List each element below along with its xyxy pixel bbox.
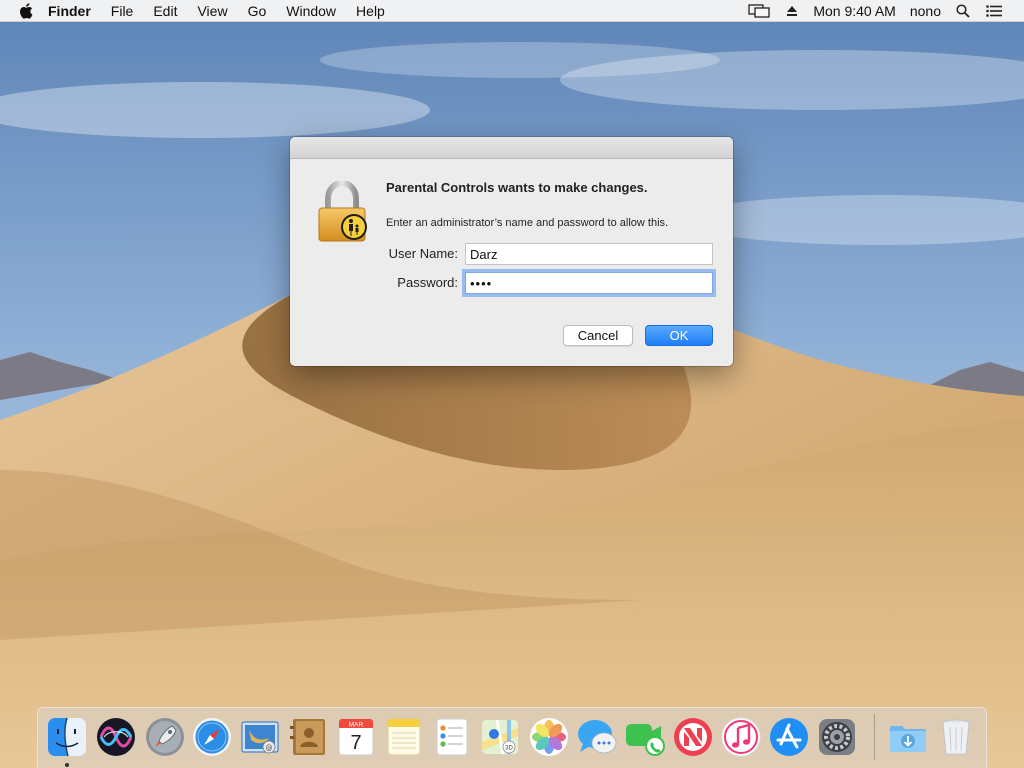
- facetime-icon[interactable]: [624, 716, 666, 758]
- dialog-title: Parental Controls wants to make changes.: [386, 180, 648, 195]
- finder-icon[interactable]: [46, 716, 88, 758]
- trash-icon[interactable]: [935, 716, 977, 758]
- siri-icon[interactable]: [95, 716, 137, 758]
- username-label: User Name:: [388, 246, 458, 261]
- app-store-icon[interactable]: [768, 716, 810, 758]
- svg-text:3D: 3D: [505, 746, 513, 752]
- calendar-day: 7: [350, 732, 361, 754]
- menu-help[interactable]: Help: [346, 0, 395, 22]
- menu-file[interactable]: File: [101, 0, 144, 22]
- mail-icon[interactable]: @: [239, 716, 281, 758]
- maps-icon[interactable]: 3D: [479, 716, 521, 758]
- spotlight-search-icon[interactable]: [948, 0, 978, 22]
- password-field[interactable]: [465, 272, 713, 294]
- cancel-button[interactable]: Cancel: [563, 325, 633, 346]
- notification-center-icon[interactable]: [978, 0, 1010, 22]
- menu-go[interactable]: Go: [238, 0, 277, 22]
- dock-separator: [874, 714, 875, 760]
- eject-icon[interactable]: [778, 0, 806, 22]
- safari-icon[interactable]: [191, 716, 233, 758]
- menu-edit[interactable]: Edit: [143, 0, 187, 22]
- apple-menu-icon[interactable]: [18, 2, 34, 20]
- menu-bar: Finder File Edit View Go Window Help Mon…: [0, 0, 1024, 22]
- itunes-icon[interactable]: [720, 716, 762, 758]
- launchpad-icon[interactable]: [144, 716, 186, 758]
- calendar-month: MAR: [349, 722, 364, 729]
- authentication-dialog: Parental Controls wants to make changes.…: [290, 137, 733, 366]
- calendar-icon[interactable]: MAR 7: [335, 716, 377, 758]
- menu-view[interactable]: View: [187, 0, 237, 22]
- svg-text:@: @: [266, 744, 273, 752]
- photos-icon[interactable]: [528, 716, 570, 758]
- ok-button[interactable]: OK: [645, 325, 713, 346]
- dialog-title-bar[interactable]: [290, 137, 733, 159]
- desktop-wallpaper: [0, 0, 1024, 768]
- menu-window[interactable]: Window: [276, 0, 346, 22]
- notes-icon[interactable]: [383, 716, 425, 758]
- menu-user-name[interactable]: nono: [903, 0, 948, 22]
- system-preferences-icon[interactable]: [816, 716, 858, 758]
- password-label: Password:: [397, 275, 458, 290]
- running-indicator: [65, 763, 69, 767]
- menu-clock[interactable]: Mon 9:40 AM: [806, 0, 903, 22]
- display-mirroring-icon[interactable]: [740, 0, 778, 22]
- dialog-message: Enter an administrator’s name and passwo…: [386, 217, 669, 229]
- contacts-icon[interactable]: [287, 716, 329, 758]
- reminders-icon[interactable]: [431, 716, 473, 758]
- menu-app-name[interactable]: Finder: [34, 0, 101, 22]
- dock: @ MAR 7 3D: [37, 707, 987, 768]
- downloads-folder-icon[interactable]: [887, 716, 929, 758]
- messages-icon[interactable]: [576, 716, 618, 758]
- lock-icon: [316, 179, 372, 245]
- username-field[interactable]: [465, 243, 713, 265]
- news-icon[interactable]: [672, 716, 714, 758]
